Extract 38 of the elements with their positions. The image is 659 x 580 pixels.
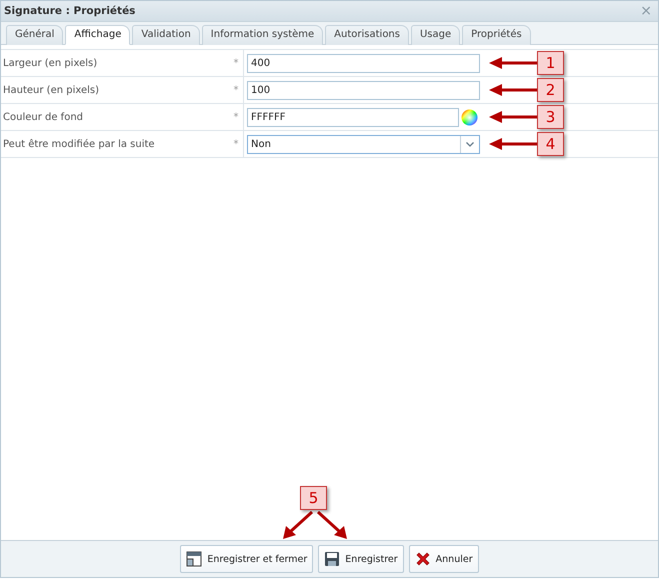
required-mark: * xyxy=(232,84,240,96)
tab[interactable]: Validation xyxy=(132,25,200,45)
tab[interactable]: Général xyxy=(6,25,64,45)
callout-number: 5 xyxy=(300,486,327,510)
input-field[interactable]: FFFFFF xyxy=(247,108,459,126)
cross-icon xyxy=(414,551,431,567)
tab[interactable]: Information système xyxy=(202,25,324,45)
tab[interactable]: Affichage xyxy=(65,25,130,45)
arrow xyxy=(283,510,313,539)
required-mark: * xyxy=(232,112,240,122)
arrow xyxy=(317,510,347,539)
arrow xyxy=(489,110,537,124)
required-mark: * xyxy=(232,58,240,68)
input-field[interactable]: 400 xyxy=(247,54,480,72)
tab[interactable]: Autorisations xyxy=(325,25,409,45)
callout-number: 3 xyxy=(537,105,564,129)
arrow xyxy=(489,56,537,70)
field-label: Largeur (en pixels) xyxy=(2,58,98,68)
arrow xyxy=(489,137,537,151)
arrow xyxy=(489,83,537,97)
callout-number: 4 xyxy=(537,132,564,156)
field-label: Couleur de fond xyxy=(2,112,84,122)
callout-number: 2 xyxy=(537,78,564,102)
field-label: Hauteur (en pixels) xyxy=(2,84,100,96)
tab[interactable]: Usage xyxy=(410,25,460,45)
action-button[interactable]: Enregistrer xyxy=(318,545,404,573)
required-mark: * xyxy=(232,138,240,150)
dropdown[interactable]: Non xyxy=(247,134,480,154)
action-button[interactable]: Annuler xyxy=(408,545,479,573)
input-field[interactable]: 100 xyxy=(247,80,480,100)
tab[interactable]: Propriétés xyxy=(462,25,531,45)
action-button[interactable]: Enregistrer et fermer xyxy=(180,545,314,573)
window-title: Signature : Propriétés xyxy=(4,5,136,17)
window-icon xyxy=(186,551,202,567)
color-wheel-icon[interactable] xyxy=(461,108,478,126)
callout-number: 1 xyxy=(537,51,564,75)
field-label: Peut être modifiée par la suite xyxy=(2,138,156,150)
chevron-down-icon xyxy=(466,142,474,146)
